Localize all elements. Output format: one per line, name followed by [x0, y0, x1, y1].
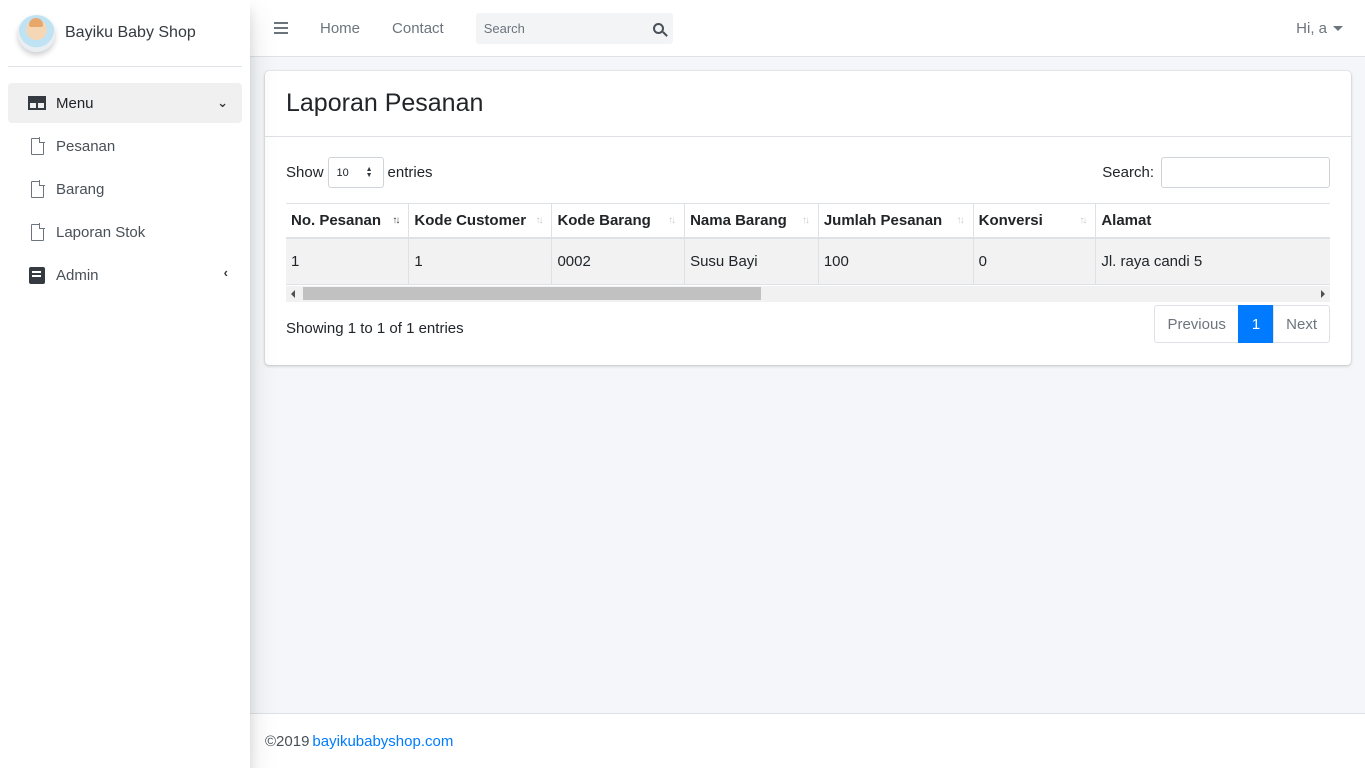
top-search	[475, 12, 673, 44]
pagination: Previous 1 Next	[1154, 305, 1330, 343]
sidebar: Bayiku Baby Shop Menu ⌄ Pesanan Barang L…	[0, 0, 250, 768]
sort-icon: ↑↓	[956, 215, 965, 226]
col-header-label: Alamat	[1101, 211, 1152, 229]
table-cell: 0002	[551, 237, 685, 285]
file-icon	[31, 223, 45, 241]
entries-length-select[interactable]: 10 ▲ ▼	[327, 157, 384, 188]
scroll-right-arrow-icon[interactable]	[1321, 290, 1325, 298]
sort-icon: ↑↓	[535, 215, 543, 226]
col-header-jumlah-pesanan[interactable]: Jumlah Pesanan ↑↓	[817, 203, 974, 239]
col-header-label: Kode Barang	[557, 211, 651, 229]
sidebar-item-label: Pesanan	[56, 137, 116, 155]
table-controls: Show 10 ▲ ▼ entries Search:	[286, 157, 1330, 189]
file-icon	[31, 180, 45, 198]
sidebar-item-barang[interactable]: Barang	[8, 169, 242, 209]
brand[interactable]: Bayiku Baby Shop	[8, 0, 242, 67]
orders-table: No. Pesanan ↑↓ Kode Customer ↑↓ Kode Baran…	[286, 203, 1330, 285]
card-header: Laporan Pesanan	[265, 71, 1351, 137]
footer: ©2019 bayikubabyshop.com	[250, 713, 1365, 768]
horizontal-scrollbar[interactable]	[286, 286, 1330, 302]
table-cell: 1	[408, 237, 552, 285]
sidebar-item-label: Barang	[56, 180, 105, 198]
scroll-left-arrow-icon[interactable]	[291, 290, 295, 298]
chevron-down-icon: ⌄	[217, 95, 228, 110]
col-header-kode-customer[interactable]: Kode Customer ↑↓	[408, 203, 552, 239]
col-header-label: No. Pesanan	[291, 211, 382, 229]
nav-link-contact[interactable]: Contact	[392, 20, 444, 37]
col-header-label: Kode Customer	[414, 211, 527, 229]
sidebar-item-admin[interactable]: Admin ‹	[8, 255, 242, 295]
sidebar-nav: Menu ⌄ Pesanan Barang Laporan Stok Admin…	[0, 67, 250, 295]
col-header-alamat[interactable]: Alamat	[1095, 203, 1330, 239]
entries-length-value: 10	[336, 166, 349, 179]
col-header-kode-barang[interactable]: Kode Barang ↑↓	[551, 203, 685, 239]
table-cell: 100	[817, 237, 974, 285]
sidebar-item-laporan-stok[interactable]: Laporan Stok	[8, 212, 242, 252]
col-header-label: Jumlah Pesanan	[823, 211, 943, 229]
table-search-input[interactable]	[1161, 157, 1330, 188]
report-card: Laporan Pesanan Show 10 ▲ ▼ entries Searc…	[265, 71, 1351, 365]
show-label: Show	[286, 164, 324, 181]
table-search: Search:	[1102, 157, 1330, 188]
topbar: Home Contact Hi, a	[250, 0, 1365, 57]
col-header-label: Nama Barang	[690, 211, 787, 229]
sort-icon: ↑↓	[801, 215, 810, 226]
brand-name: Bayiku Baby Shop	[65, 24, 196, 41]
table-search-label: Search:	[1102, 164, 1154, 181]
user-menu[interactable]: Hi, a	[1296, 20, 1343, 37]
search-input[interactable]	[483, 20, 634, 36]
book-icon	[29, 266, 45, 284]
nav-link-home[interactable]: Home	[320, 20, 360, 37]
table-cell: 0	[972, 237, 1096, 285]
table-icon	[28, 96, 46, 110]
search-icon[interactable]	[652, 22, 664, 34]
previous-page-button[interactable]: Previous	[1154, 305, 1239, 343]
col-header-no-pesanan[interactable]: No. Pesanan ↑↓	[286, 203, 409, 239]
sidebar-item-label: Admin	[56, 266, 99, 284]
table-cell: Susu Bayi	[684, 237, 819, 285]
entries-label: entries	[387, 164, 433, 181]
footer-link[interactable]: bayikubabyshop.com	[312, 733, 453, 750]
chevron-left-icon: ‹	[223, 265, 228, 280]
sort-icon: ↑↓	[1079, 215, 1087, 226]
select-arrows-icon: ▲ ▼	[365, 166, 373, 179]
table-cell: Jl. raya candi 5	[1095, 237, 1330, 285]
caret-down-icon	[1333, 25, 1343, 31]
sidebar-item-label: Menu	[56, 94, 94, 112]
file-icon	[31, 137, 45, 155]
next-page-button[interactable]: Next	[1273, 305, 1330, 343]
sidebar-item-pesanan[interactable]: Pesanan	[8, 126, 242, 166]
show-entries: Show 10 ▲ ▼ entries	[286, 157, 433, 188]
table-header-row: No. Pesanan ↑↓ Kode Customer ↑↓ Kode Baran…	[286, 203, 1330, 239]
table-info: Showing 1 to 1 of 1 entries	[286, 320, 464, 337]
page-1-button[interactable]: 1	[1237, 305, 1275, 343]
sort-asc-icon: ↑↓	[392, 215, 400, 226]
user-greeting: Hi, a	[1296, 19, 1327, 37]
sidebar-item-label: Laporan Stok	[56, 223, 146, 241]
sidebar-item-menu[interactable]: Menu ⌄	[8, 83, 242, 123]
sort-icon: ↑↓	[668, 215, 676, 226]
hamburger-menu-icon[interactable]	[274, 22, 288, 34]
table-cell: 1	[286, 237, 409, 285]
col-header-nama-barang[interactable]: Nama Barang ↑↓	[684, 203, 819, 239]
footer-copyright: ©2019	[265, 732, 310, 750]
col-header-konversi[interactable]: Konversi ↑↓	[972, 203, 1096, 239]
page-title: Laporan Pesanan	[286, 89, 484, 117]
scrollbar-thumb[interactable]	[303, 287, 761, 300]
table-row: 1 1 0002 Susu Bayi 100 0 Jl. raya candi …	[286, 237, 1330, 285]
col-header-label: Konversi	[978, 211, 1043, 229]
brand-logo	[18, 14, 55, 52]
